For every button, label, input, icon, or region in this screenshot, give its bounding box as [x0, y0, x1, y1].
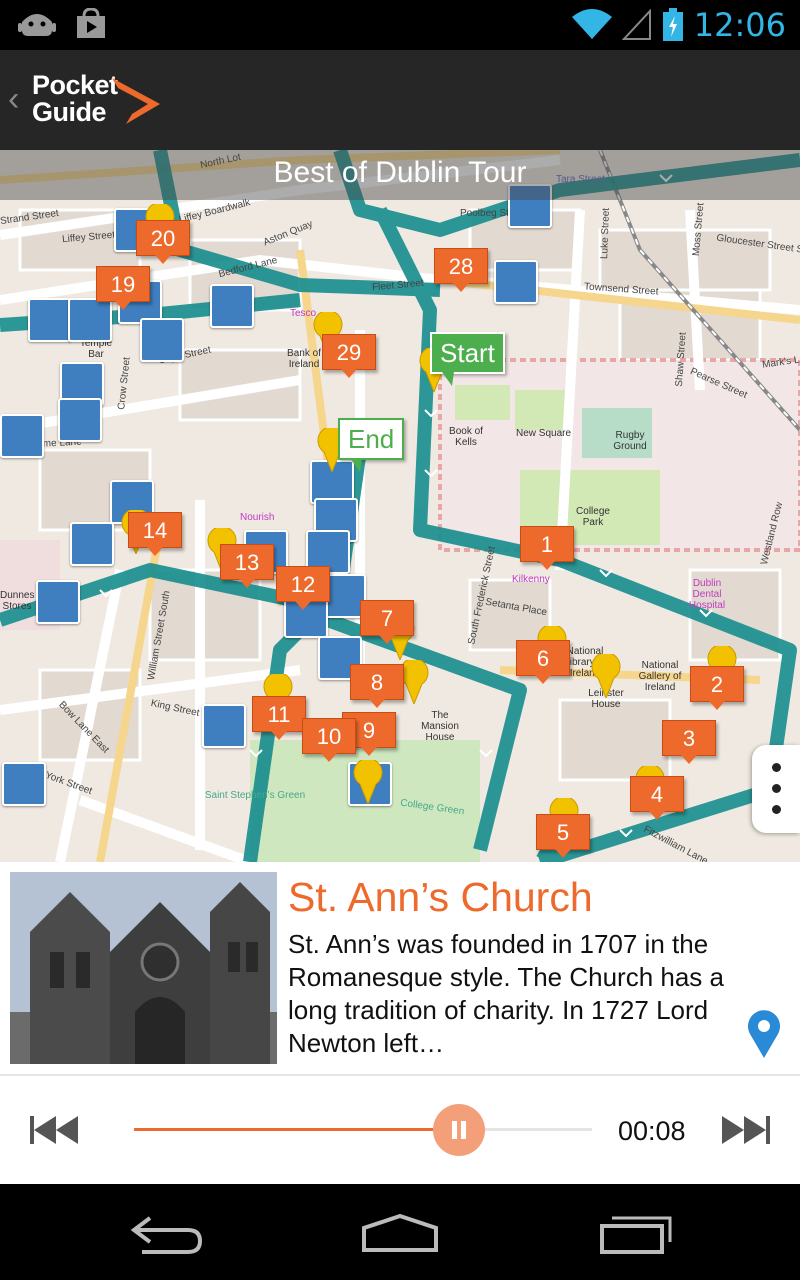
yellow-pin[interactable]	[352, 760, 384, 804]
place-label: College Park	[576, 506, 610, 528]
place-label: Nourish	[240, 512, 275, 523]
app-logo[interactable]: Pocket Guide	[32, 72, 118, 126]
poi-title: St. Ann’s Church	[288, 874, 593, 920]
restaurant-icon[interactable]	[58, 398, 102, 442]
cocktail-icon[interactable]	[36, 580, 80, 624]
logo-line-1: Pocket	[32, 70, 118, 100]
tour-stop-6[interactable]: 6	[516, 640, 572, 684]
place-label: Dublin Dental Hospital	[688, 578, 726, 611]
flag-tail	[442, 372, 454, 386]
progress-track[interactable]	[134, 1104, 592, 1156]
cocktail-icon[interactable]	[2, 762, 46, 806]
theatre-icon[interactable]	[28, 298, 72, 342]
yellow-pin[interactable]	[590, 654, 622, 698]
nav-back-icon[interactable]	[130, 1214, 204, 1254]
back-chevron-icon[interactable]: ‹	[8, 80, 19, 119]
cocktail-icon[interactable]	[494, 260, 538, 304]
status-bar: 12:06	[0, 0, 800, 50]
place-label: New Square	[516, 428, 572, 439]
tour-stop-8[interactable]: 8	[350, 664, 406, 708]
action-bar: ‹ Pocket Guide	[0, 50, 800, 150]
tour-stop-29[interactable]: 29	[322, 334, 378, 378]
poi-info-panel[interactable]: St. Ann’s Church St. Ann’s was founded i…	[0, 862, 800, 1074]
nav-home-icon[interactable]	[360, 1214, 440, 1254]
end-flag[interactable]: End	[338, 418, 405, 472]
place-label: The Mansion House	[421, 710, 459, 743]
android-debug-icon	[18, 14, 56, 36]
tour-stop-19[interactable]: 19	[96, 266, 152, 310]
tour-stop-14[interactable]: 14	[128, 512, 184, 556]
place-label: Kilkenny	[512, 574, 550, 585]
place-label: Rugby Ground	[613, 430, 647, 452]
logo-line-2: Guide	[32, 97, 107, 127]
more-vert-icon[interactable]	[752, 745, 800, 833]
map-view[interactable]: North Lot Liffey Boardwalk Aston Quay St…	[0, 150, 800, 862]
tour-stop-10[interactable]: 10	[302, 718, 358, 762]
tour-stop-1[interactable]: 1	[520, 526, 576, 570]
cocktail-icon[interactable]	[210, 284, 254, 328]
flag-tail	[350, 458, 362, 472]
tour-title: Best of Dublin Tour	[0, 150, 800, 200]
nav-recents-icon[interactable]	[598, 1214, 674, 1254]
signal-icon	[621, 9, 651, 40]
theatre-icon[interactable]	[140, 318, 184, 362]
tour-stop-11[interactable]: 11	[252, 696, 308, 740]
tour-stop-20[interactable]: 20	[136, 220, 192, 264]
status-clock: 12:06	[693, 6, 786, 44]
tour-stop-12[interactable]: 12	[276, 566, 332, 610]
start-flag[interactable]: Start	[430, 332, 505, 386]
skip-previous-icon[interactable]	[30, 1116, 78, 1144]
elapsed-time: 00:08	[618, 1116, 686, 1146]
poi-description[interactable]: St. Ann’s was founded in 1707 in the Rom…	[288, 928, 740, 1060]
location-pin-icon[interactable]	[744, 1008, 784, 1060]
street-label: Luke Street	[599, 207, 612, 260]
tour-stop-3[interactable]: 3	[662, 720, 718, 764]
tour-stop-5[interactable]: 5	[536, 814, 592, 858]
theatre-icon[interactable]	[0, 414, 44, 458]
church-photo[interactable]	[10, 872, 277, 1064]
restaurant-icon[interactable]	[202, 704, 246, 748]
pause-icon[interactable]	[433, 1104, 486, 1156]
tour-stop-2[interactable]: 2	[690, 666, 746, 710]
pocket-guide-logo-arrow	[112, 78, 160, 124]
progress-fill	[134, 1128, 460, 1131]
place-label: Saint Stephen's Green	[204, 790, 306, 801]
play-store-icon	[77, 8, 105, 38]
tour-stop-13[interactable]: 13	[220, 544, 276, 588]
skip-next-icon[interactable]	[722, 1116, 770, 1144]
tour-stop-4[interactable]: 4	[630, 776, 686, 820]
battery-icon	[662, 8, 683, 41]
audio-player: 00:08	[0, 1076, 800, 1184]
place-label: National Gallery of Ireland	[638, 660, 682, 693]
tour-stop-28[interactable]: 28	[434, 248, 490, 292]
place-label: Dunnes Stores	[0, 590, 35, 612]
wifi-icon	[571, 9, 612, 39]
system-nav-bar	[0, 1184, 800, 1280]
tour-stop-7[interactable]: 7	[360, 600, 416, 644]
cocktail-icon[interactable]	[70, 522, 114, 566]
place-label: Book of Kells	[449, 426, 483, 448]
